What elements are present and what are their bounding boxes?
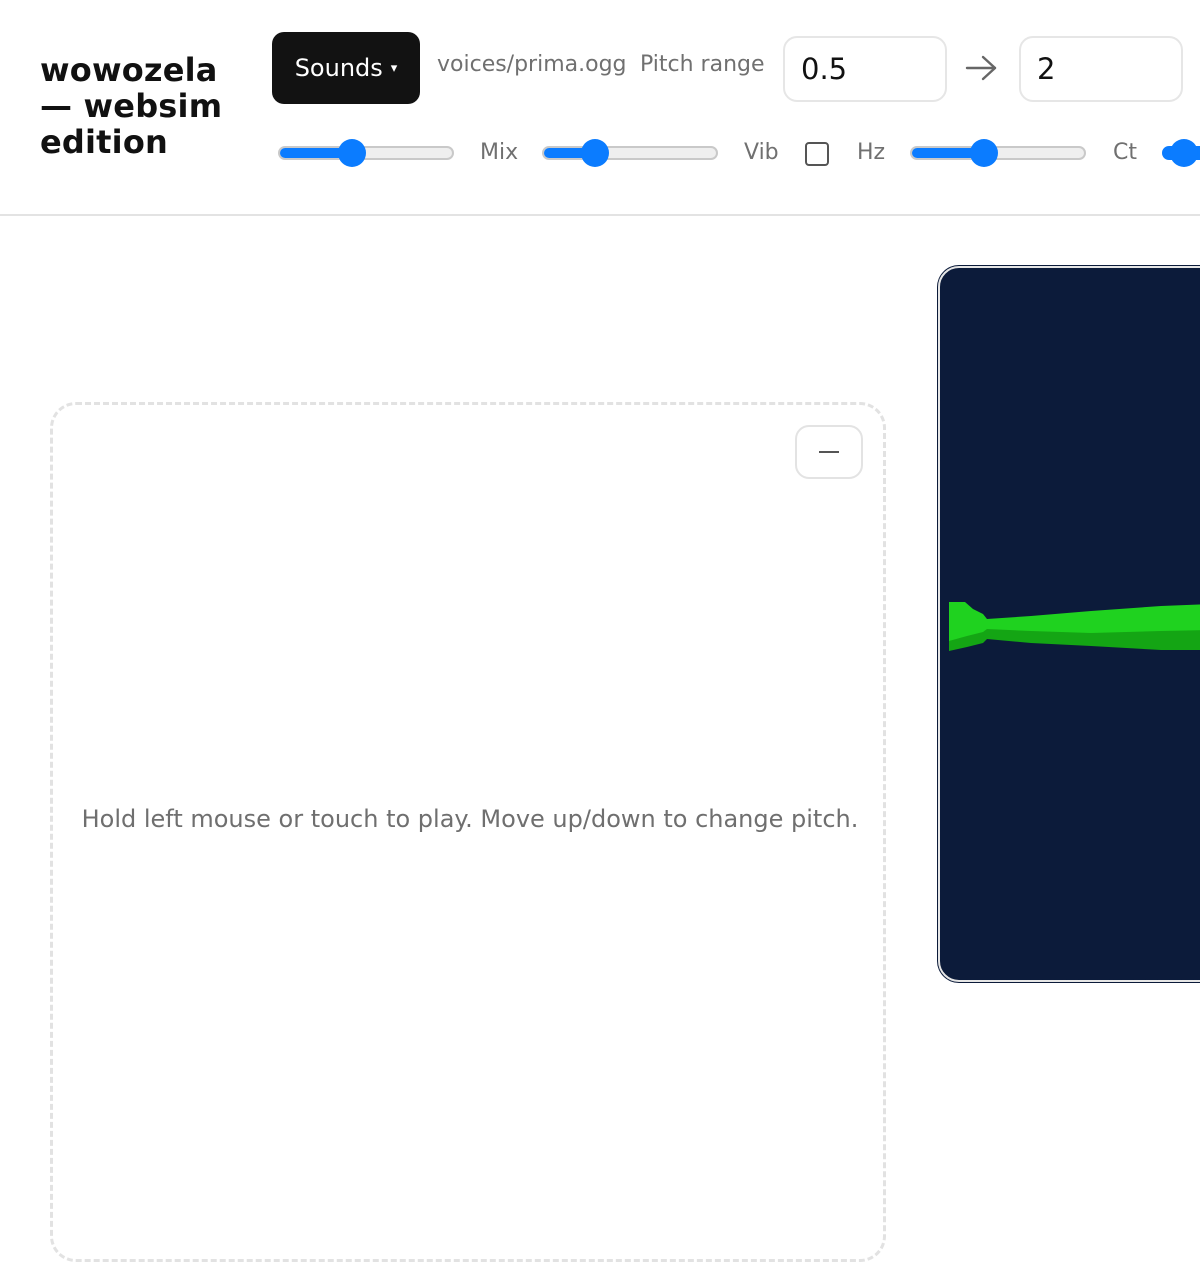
slider-thumb[interactable] xyxy=(1170,139,1198,167)
slider-track xyxy=(278,146,454,160)
play-pad[interactable]: Hold left mouse or touch to play. Move u… xyxy=(50,402,886,1262)
hz-label: Hz xyxy=(857,140,886,165)
slider-track xyxy=(542,146,718,160)
hz-slider[interactable] xyxy=(910,139,1086,167)
trumpet-shape-icon xyxy=(949,602,1200,651)
mix-label: Mix xyxy=(480,140,519,165)
slider-thumb[interactable] xyxy=(969,139,998,167)
sounds-button-label: Sounds xyxy=(294,54,383,82)
ct-slider[interactable] xyxy=(1162,139,1200,167)
play-instructions: Hold left mouse or touch to play. Move u… xyxy=(81,805,859,833)
sounds-dropdown-button[interactable]: Sounds ▾ xyxy=(272,32,420,104)
collapse-button[interactable] xyxy=(795,425,863,479)
vibrato-checkbox[interactable] xyxy=(805,142,829,166)
visualizer-panel xyxy=(937,265,1200,983)
pitch-max-input[interactable] xyxy=(1019,36,1183,102)
caret-down-icon: ▾ xyxy=(390,60,398,76)
slider-track xyxy=(910,146,1086,160)
pitch-min-input[interactable] xyxy=(783,36,947,102)
app-title: wowozela — websim edition xyxy=(40,51,223,161)
top-toolbar: wowozela — websim edition Sounds ▾ voice… xyxy=(0,0,1200,216)
mix-slider[interactable] xyxy=(542,139,718,167)
current-voice-file: voices/prima.ogg xyxy=(437,52,627,77)
arrow-right-icon xyxy=(965,55,997,81)
minus-icon xyxy=(819,451,839,453)
ct-label: Ct xyxy=(1113,140,1137,165)
slider-thumb[interactable] xyxy=(337,139,366,167)
volume-slider[interactable] xyxy=(278,139,454,167)
vib-label: Vib xyxy=(744,140,779,165)
pitch-range-label: Pitch range xyxy=(640,52,765,77)
slider-thumb[interactable] xyxy=(580,139,609,167)
